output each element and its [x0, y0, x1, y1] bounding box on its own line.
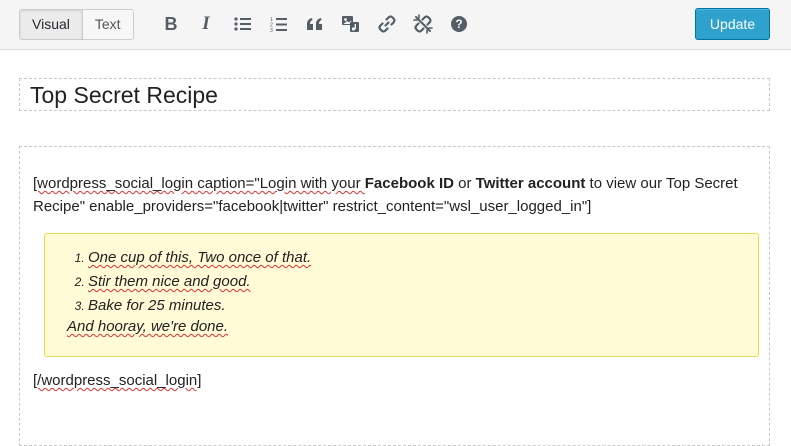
- post-title-field[interactable]: Top Secret Recipe: [19, 78, 770, 111]
- list-item: Stir them nice and good.: [88, 270, 311, 294]
- twitter-account-text: Twitter account: [475, 175, 586, 192]
- insert-link-icon[interactable]: [376, 13, 398, 35]
- recipe-ending-text: And hooray, we're done.: [67, 318, 229, 335]
- recipe-steps-list: One cup of this, Two once of that. Stir …: [66, 246, 311, 318]
- shortcode-text: or: [453, 175, 476, 192]
- shortcode-text: [wordpress_social_login caption="Login w…: [33, 175, 365, 192]
- help-icon[interactable]: ?: [448, 13, 470, 35]
- bulleted-list-icon[interactable]: [232, 13, 254, 35]
- blockquote-icon[interactable]: [304, 13, 326, 35]
- facebook-id-text: Facebook ID: [364, 175, 454, 192]
- insert-media-icon[interactable]: [340, 13, 362, 35]
- recipe-highlight-block: One cup of this, Two once of that. Stir …: [44, 233, 759, 357]
- numbered-list-icon[interactable]: 1 2 3: [268, 13, 290, 35]
- post-content-editor[interactable]: [wordpress_social_login caption="Login w…: [19, 146, 770, 446]
- list-item: One cup of this, Two once of that.: [88, 246, 311, 270]
- shortcode-close: [/wordpress_social_login]: [33, 372, 202, 389]
- shortcode-open: [wordpress_social_login caption="Login w…: [33, 172, 758, 218]
- list-item: Bake for 25 minutes.: [88, 294, 311, 318]
- tab-visual[interactable]: Visual: [20, 10, 82, 39]
- italic-icon[interactable]: I: [195, 13, 217, 35]
- editor-toolbar: Visual Text B I 1 2 3 ? Update: [0, 0, 791, 50]
- remove-link-icon[interactable]: [412, 13, 434, 35]
- editor-mode-tabs: Visual Text: [19, 9, 134, 40]
- update-button[interactable]: Update: [695, 8, 770, 40]
- tab-text[interactable]: Text: [81, 10, 133, 39]
- svg-text:3: 3: [270, 28, 273, 33]
- bold-icon[interactable]: B: [160, 13, 182, 35]
